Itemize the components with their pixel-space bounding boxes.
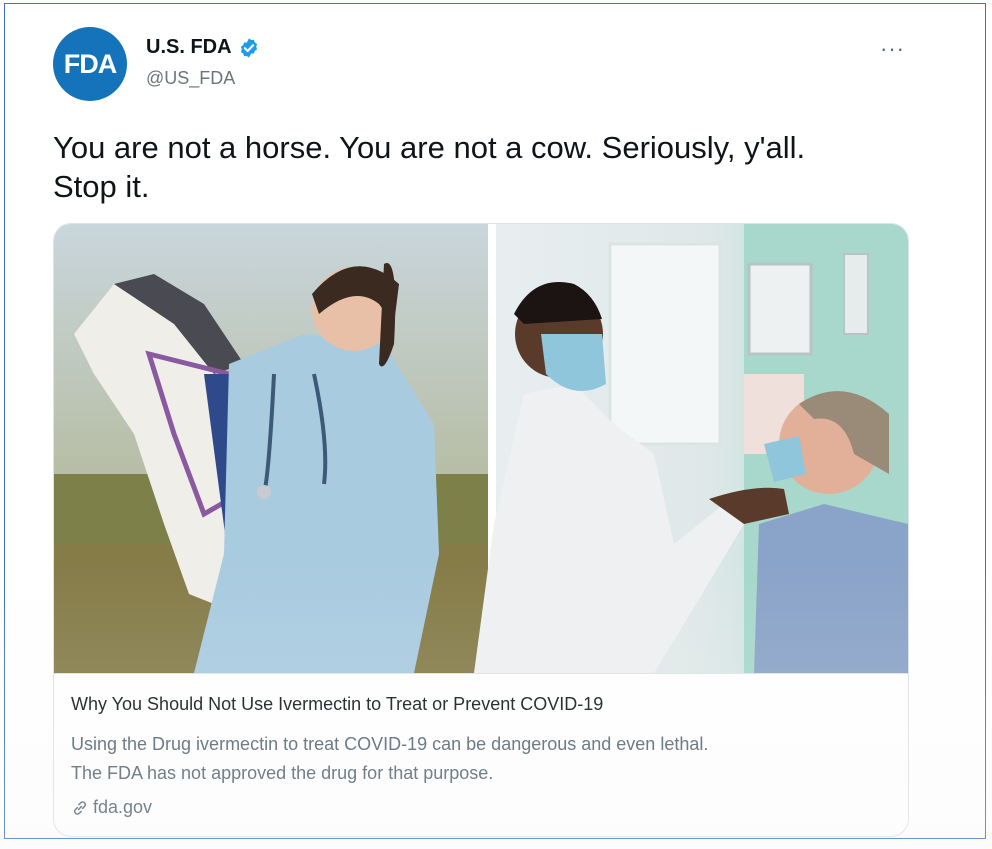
tweet-text: You are not a horse. You are not a cow. … <box>53 128 933 206</box>
link-card[interactable]: Why You Should Not Use Ivermectin to Tre… <box>53 223 909 837</box>
card-description-line-2: The FDA has not approved the drug for th… <box>71 763 494 783</box>
card-info[interactable]: Why You Should Not Use Ivermectin to Tre… <box>54 673 908 836</box>
card-photo-illustration <box>54 224 908 673</box>
display-name[interactable]: U.S. FDA <box>146 36 232 59</box>
card-image[interactable] <box>54 224 908 673</box>
tweet-text-line-2: Stop it. <box>53 169 150 204</box>
avatar[interactable]: FDA <box>53 27 127 101</box>
author-name-row[interactable]: U.S. FDA <box>146 36 260 59</box>
link-icon <box>73 800 87 815</box>
tweet-text-line-1: You are not a horse. You are not a cow. … <box>53 130 806 165</box>
card-description-line-1: Using the Drug ivermectin to treat COVID… <box>71 734 709 754</box>
card-domain[interactable]: fda.gov <box>71 797 152 818</box>
card-description: Using the Drug ivermectin to treat COVID… <box>71 730 891 788</box>
card-title[interactable]: Why You Should Not Use Ivermectin to Tre… <box>71 694 603 715</box>
avatar-logo-text: FDA <box>63 48 117 79</box>
user-handle[interactable]: @US_FDA <box>146 68 235 89</box>
more-options-icon[interactable]: ··· <box>880 36 905 62</box>
card-domain-text[interactable]: fda.gov <box>93 797 152 818</box>
verified-badge-icon <box>240 37 257 58</box>
